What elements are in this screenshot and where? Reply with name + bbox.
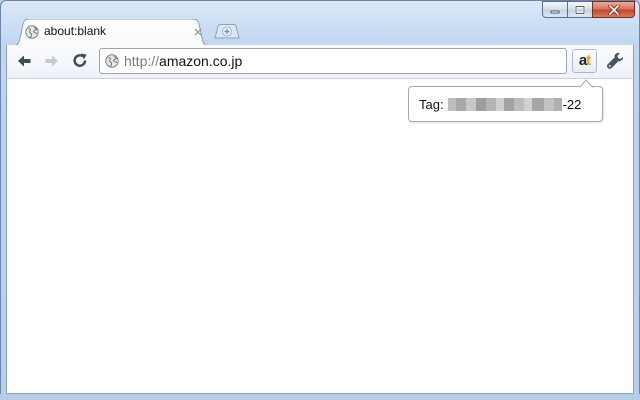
maximize-button[interactable]: [567, 1, 593, 18]
page-content: [6, 78, 634, 394]
extension-letter-t: t: [586, 52, 591, 69]
tag-label: Tag:: [419, 96, 444, 112]
tab-title: about:blank: [44, 24, 107, 38]
address-url[interactable]: http://amazon.co.jp: [124, 53, 242, 69]
tab-close-button[interactable]: ×: [192, 26, 204, 38]
associate-tag-extension-button[interactable]: at: [572, 49, 597, 73]
tag-suffix: -22: [562, 96, 582, 112]
url-scheme: http://: [124, 53, 160, 69]
window-controls: [542, 1, 635, 18]
wrench-icon[interactable]: [605, 51, 625, 71]
close-window-button[interactable]: [592, 1, 635, 18]
reload-icon[interactable]: [71, 52, 89, 70]
popup-arrow: [579, 79, 593, 88]
new-tab-button[interactable]: [214, 24, 240, 39]
plus-icon: [222, 26, 232, 37]
tab-background: [12, 19, 210, 46]
forward-arrow-icon[interactable]: [43, 52, 61, 70]
tag-row: Tag: -22: [419, 96, 581, 112]
extension-popup: Tag: -22: [408, 79, 603, 122]
maximize-icon: [574, 4, 586, 15]
address-bar[interactable]: http://amazon.co.jp: [99, 48, 567, 74]
minimize-button[interactable]: [542, 1, 568, 18]
tab-about-blank[interactable]: about:blank ×: [12, 19, 210, 46]
close-icon: [607, 4, 620, 15]
minimize-icon: [550, 10, 560, 13]
url-host: amazon.co.jp: [159, 53, 243, 69]
back-arrow-icon[interactable]: [15, 52, 33, 70]
globe-icon: [25, 25, 39, 39]
browser-toolbar: http://amazon.co.jp at: [6, 45, 634, 78]
redacted-tag-id: [447, 97, 562, 111]
globe-icon: [105, 54, 119, 68]
window-bottom-border: [0, 394, 640, 400]
